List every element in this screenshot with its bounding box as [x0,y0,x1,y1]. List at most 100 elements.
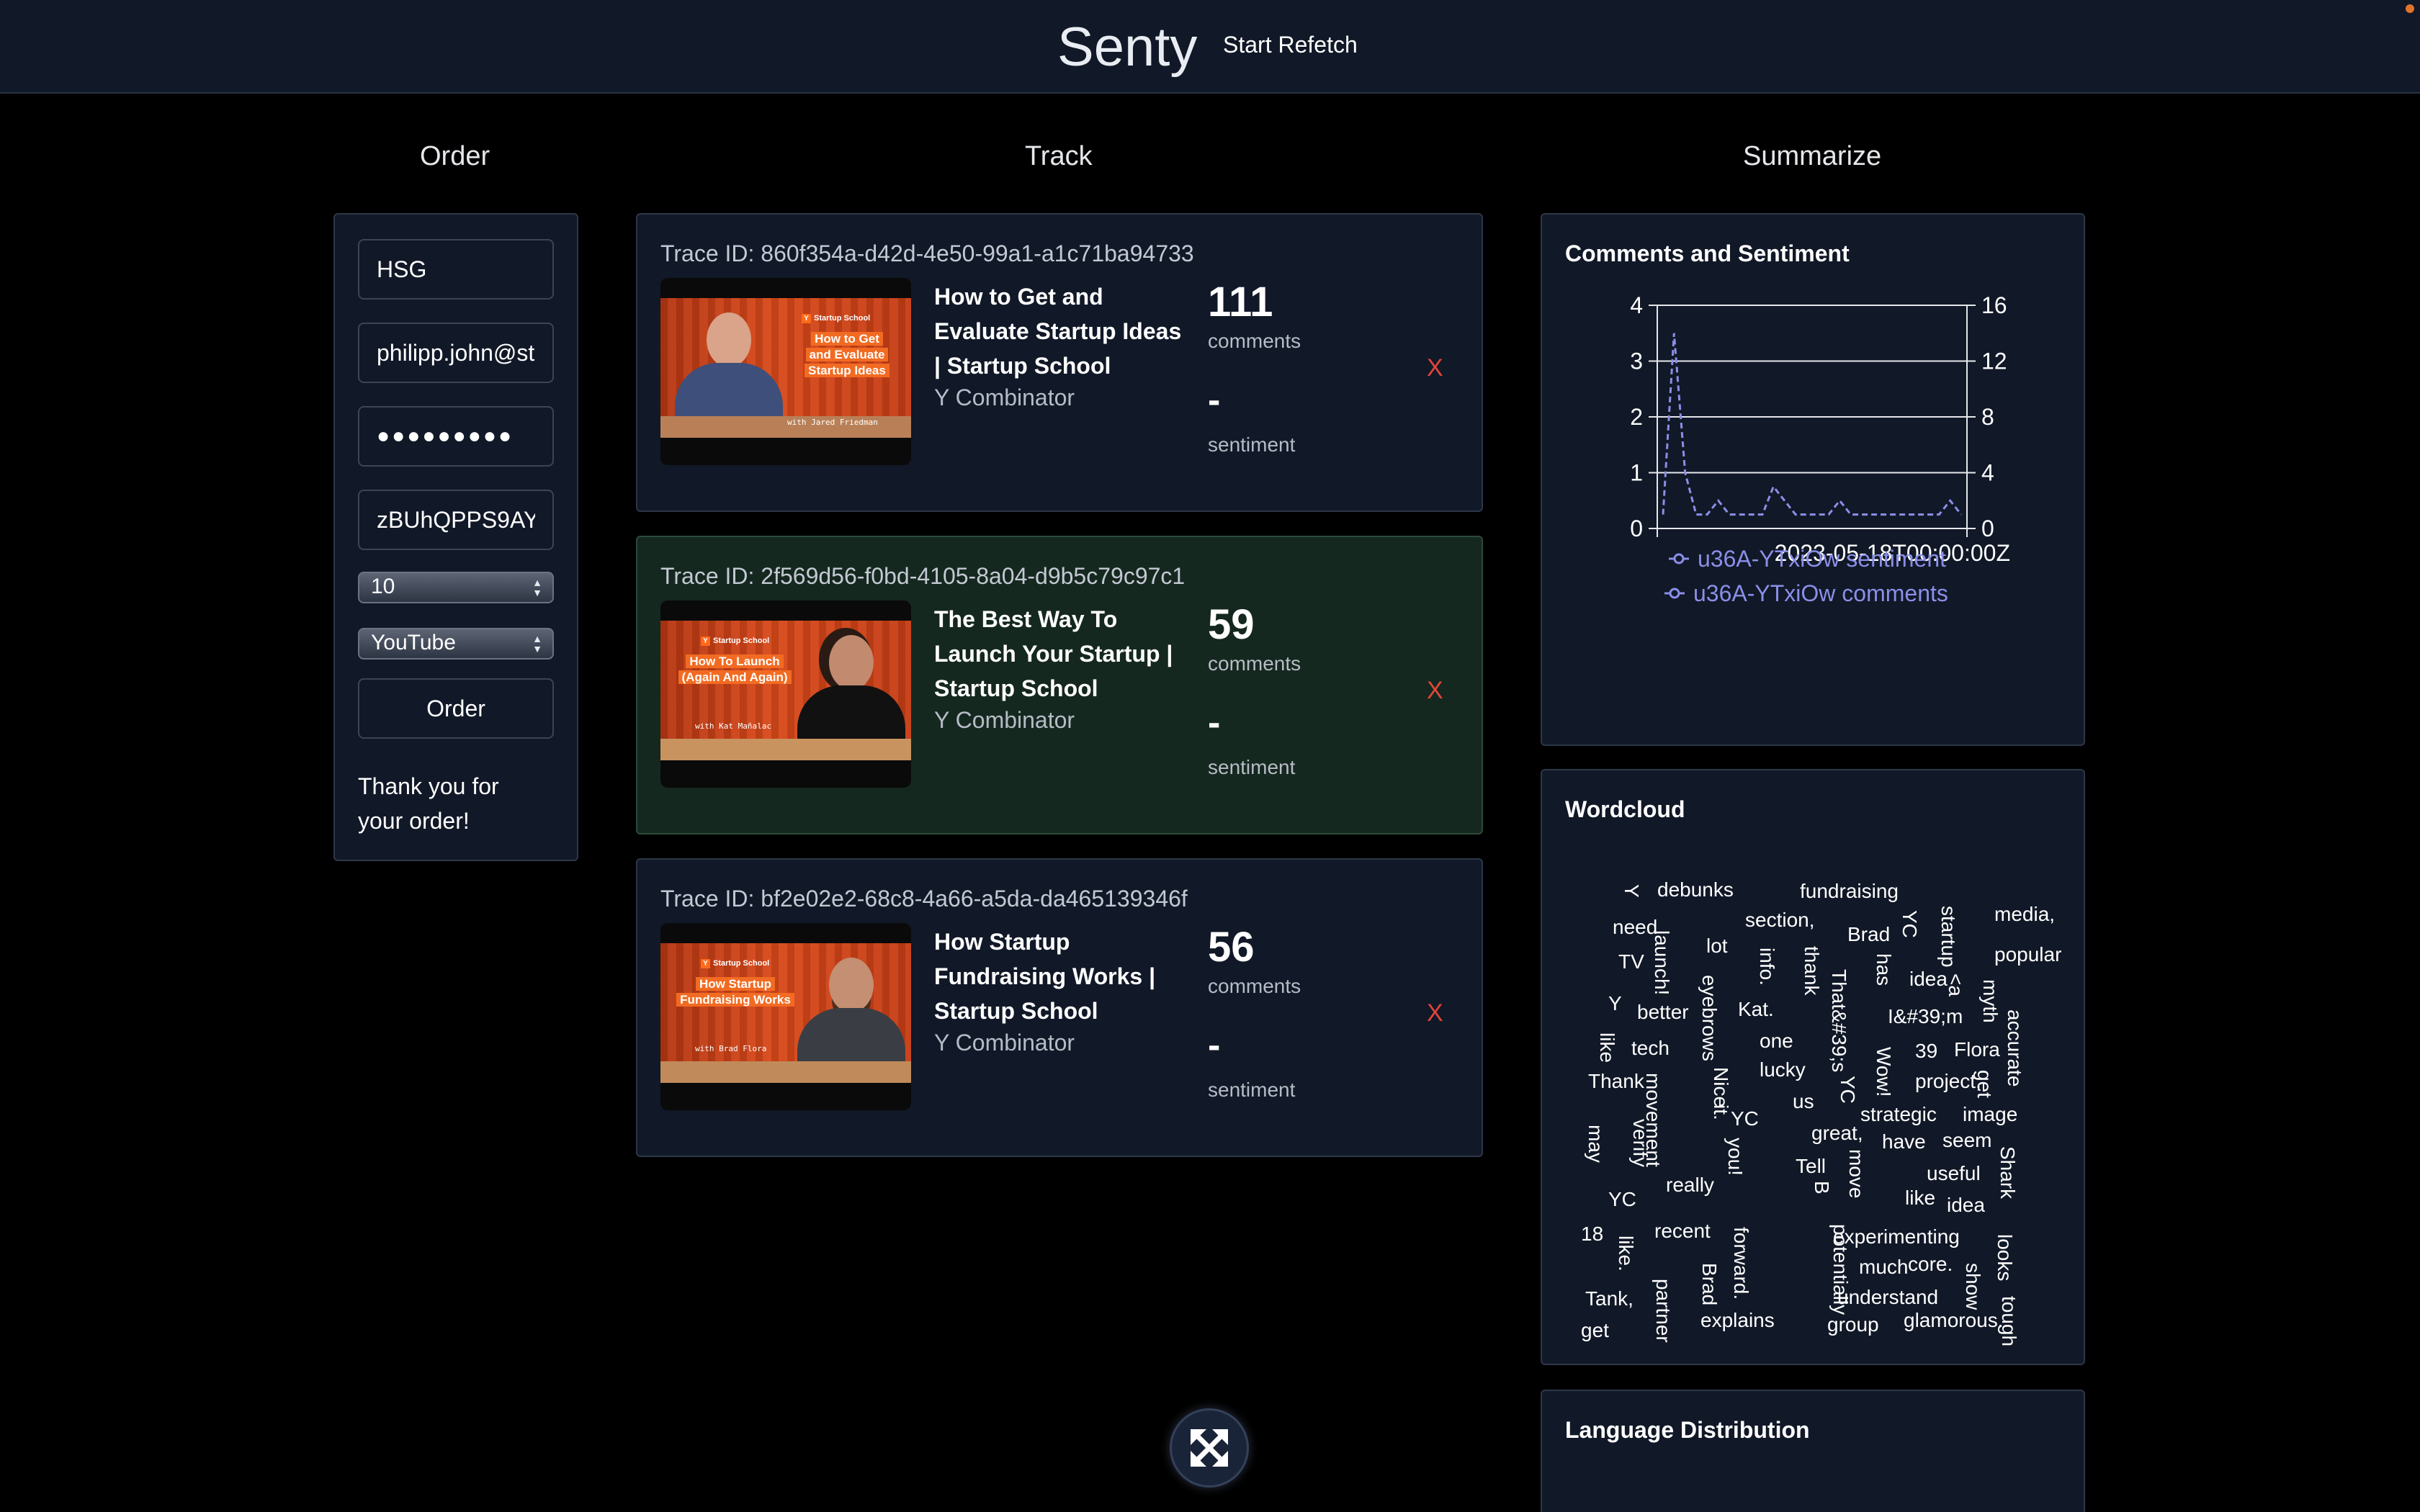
wordcloud-word: show [1962,1263,1984,1310]
video-thumbnail[interactable]: Y Startup School How to Get and Evaluate St… [660,278,911,465]
wordcloud-word: really [1666,1174,1714,1196]
password-input[interactable]: ●●●●●●●●● [358,406,554,467]
wordcloud-word: popular [1994,943,2062,966]
count-select[interactable]: 10 ▲ ▼ [358,572,554,603]
thumbnail-speaker: with Kat Mañalac [695,721,771,731]
legend-marker-dot [1669,588,1680,599]
thumbnail-badge: Startup School [713,636,770,645]
video-thumbnail[interactable]: Y Startup School How To Launch (Again And … [660,600,911,788]
comment-count-label: comments [1208,652,1301,675]
video-title[interactable]: How Startup Fundraising Works | Startup … [934,924,1186,1028]
fullscreen-button[interactable] [1170,1408,1249,1488]
wordcloud-word: recent [1654,1220,1711,1242]
wordcloud-word: Kat. [1738,998,1774,1020]
wordcloud-word: Tell [1796,1155,1827,1177]
y-left-tick-label: 1 [1630,460,1643,486]
remove-track-button[interactable]: X [1427,999,1443,1027]
track-card[interactable]: Trace ID: 860f354a-d42d-4e50-99a1-a1c71b… [636,213,1483,512]
remove-track-button[interactable]: X [1427,354,1443,382]
legend-entry: u36A-YTxiOw comments [1693,580,1948,606]
track-section-title: Track [1025,141,1093,171]
trace-id: Trace ID: bf2e02e2-68c8-4a66-a5da-da4651… [660,886,1188,912]
track-card[interactable]: Trace ID: bf2e02e2-68c8-4a66-a5da-da4651… [636,858,1483,1157]
wordcloud-word: glamorous. [1904,1309,2004,1331]
wordcloud-word: partner [1652,1279,1675,1343]
comment-count: 59 [1208,601,1255,648]
wordcloud-word: YC [1731,1107,1759,1130]
wordcloud-word: get [1973,1070,1996,1098]
api-key-input[interactable] [358,490,554,550]
wordcloud-word: Y [1621,884,1643,898]
order-button[interactable]: Order [358,678,554,739]
channel-name: Y Combinator [934,1030,1075,1056]
wordcloud-word: Tank, [1585,1287,1634,1310]
comment-count: 56 [1208,924,1255,971]
wordcloud: debunks fundraising Ysection, media, need sta… [1542,770,2084,1364]
thumbnail-title: How to Get and Evaluate Startup Ideas [793,331,901,379]
wordcloud-word: strategic [1860,1103,1937,1125]
track-card-selected[interactable]: Trace ID: 2f569d56-f0bd-4105-8a04-d9b5c7… [636,536,1483,834]
sentiment-value: - [1208,379,1221,421]
trace-id: Trace ID: 2f569d56-f0bd-4105-8a04-d9b5c7… [660,563,1186,589]
wordcloud-word: idea [1947,1194,1985,1216]
video-title[interactable]: The Best Way To Launch Your Startup | St… [934,602,1186,706]
organization-input[interactable] [358,239,554,300]
comment-count-label: comments [1208,330,1301,352]
wordcloud-word: TV [1618,950,1644,973]
wordcloud-word: seem [1942,1129,1992,1151]
channel-name: Y Combinator [934,707,1075,733]
wordcloud-word: Thank [1588,1070,1644,1092]
wordcloud-word: Brad [1847,923,1891,945]
start-refetch-button[interactable]: Start Refetch [1223,32,1358,58]
wordcloud-word: Y [1608,992,1622,1014]
wordcloud-word: Brad [1698,1263,1721,1306]
email-input[interactable] [358,323,554,383]
wordcloud-word: great, [1811,1122,1863,1144]
wordcloud-word: looks [1994,1234,2016,1282]
platform-select-value: YouTube [371,631,456,654]
language-distribution-panel: Language Distribution [1541,1390,2085,1512]
brand-logo[interactable]: Senty [1057,16,1197,78]
y-right-tick-label: 12 [1981,348,2007,374]
wordcloud-word: I&#39;m [1888,1005,1963,1027]
sentiment-label: sentiment [1208,433,1296,456]
wordcloud-word: image [1963,1103,2018,1125]
wordcloud-word: understand [1837,1286,1939,1308]
y-left-tick-label: 4 [1630,292,1643,318]
platform-select[interactable]: YouTube ▲ ▼ [358,628,554,660]
channel-name: Y Combinator [934,384,1075,410]
wordcloud-word: thank [1801,946,1823,996]
status-dot [2406,4,2414,13]
video-thumbnail[interactable]: Y Startup School How Startup Fundraising W… [660,923,911,1110]
wordcloud-word: Nice [1710,1067,1732,1108]
trace-id: Trace ID: 860f354a-d42d-4e50-99a1-a1c71b… [660,240,1194,266]
comment-count: 111 [1208,279,1273,325]
wordcloud-word: forward. [1730,1227,1752,1300]
wordcloud-word: 18 [1581,1223,1604,1245]
video-title[interactable]: How to Get and Evaluate Startup Ideas | … [934,279,1186,383]
wordcloud-word: lucky [1760,1058,1806,1081]
expand-arrows-icon [1191,1429,1228,1467]
thumbnail-badge: Startup School [814,314,871,323]
select-arrows-icon: ▲ ▼ [532,633,542,654]
wordcloud-word: That&#39;s [1828,969,1850,1073]
wordcloud-word: YC [1899,910,1921,938]
wordcloud-word: 39 [1915,1040,1938,1062]
wordcloud-word: experimenting [1833,1225,1960,1248]
thumbnail-title: How Startup Fundraising Works [671,976,800,1008]
comment-count-label: comments [1208,975,1301,997]
order-section-title: Order [420,141,490,171]
wordcloud-word: idea [1909,968,1948,990]
wordcloud-word: debunks [1657,878,1734,901]
remove-track-button[interactable]: X [1427,677,1443,705]
thumbnail-speaker: with Brad Flora [695,1044,767,1053]
y-right-tick-label: 0 [1981,516,1994,541]
wordcloud-word: may [1585,1125,1607,1163]
wordcloud-word: launch! [1651,930,1673,996]
wordcloud-word: better [1637,1001,1689,1023]
wordcloud-word: info. [1756,948,1778,986]
summarize-section-title: Summarize [1743,141,1882,171]
wordcloud-word: section, [1745,909,1815,931]
sentiment-label: sentiment [1208,1079,1296,1101]
wordcloud-panel: Wordcloud debunks fundraising Ysection, med… [1541,769,2085,1365]
